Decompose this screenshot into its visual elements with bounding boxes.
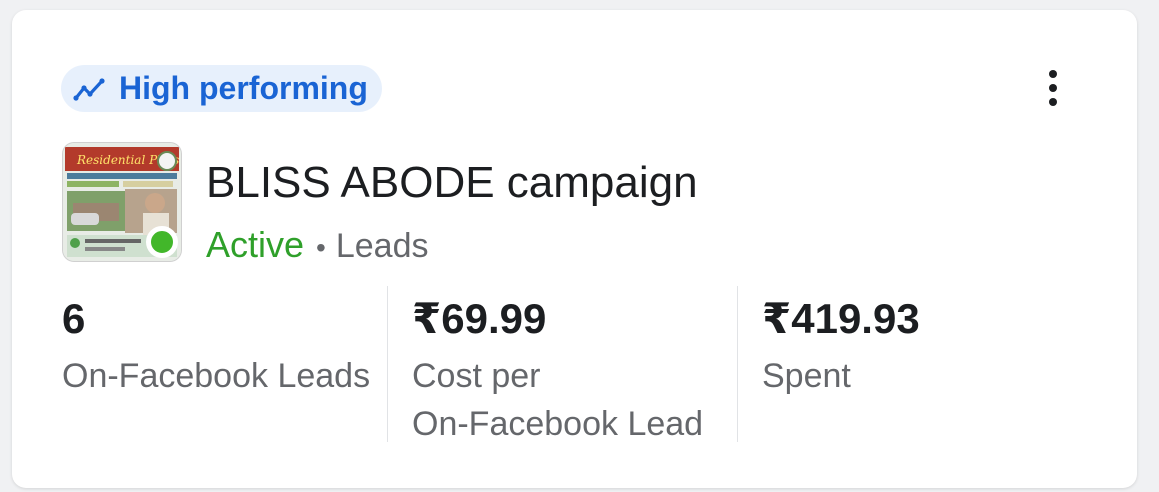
objective-label: Leads bbox=[335, 227, 429, 265]
metric-value: ₹69.99 bbox=[412, 295, 547, 342]
metric-label-line1: Cost per bbox=[412, 357, 541, 395]
active-status-dot bbox=[146, 226, 178, 258]
metric-label: On-Facebook Leads bbox=[62, 357, 371, 395]
metric-label: Cost per On-Facebook Lead bbox=[412, 352, 738, 448]
more-options-button[interactable] bbox=[1031, 66, 1075, 110]
metric-value: ₹419.93 bbox=[762, 295, 920, 342]
metric-divider bbox=[737, 286, 738, 442]
campaign-title[interactable]: BLISS ABODE campaign bbox=[206, 158, 698, 208]
metric-label: Spent bbox=[762, 357, 851, 395]
metric-cost-per-lead: ₹69.99 Cost per On-Facebook Lead bbox=[412, 286, 738, 444]
campaign-card[interactable]: High performing Residential Plots BLISS … bbox=[12, 10, 1137, 488]
more-vertical-icon bbox=[1049, 70, 1057, 106]
badge-label: High performing bbox=[119, 70, 368, 106]
metric-divider bbox=[387, 286, 388, 442]
metric-value: 6 bbox=[62, 295, 86, 342]
metric-label-line2: On-Facebook Lead bbox=[412, 405, 704, 443]
campaign-subtitle: Active • Leads bbox=[206, 224, 429, 266]
metric-spent: ₹419.93 Spent bbox=[762, 286, 1082, 442]
metrics-row: 6 On-Facebook Leads ₹69.99 Cost per On-F… bbox=[12, 286, 1137, 444]
separator-dot: • bbox=[316, 232, 326, 263]
status-label: Active bbox=[206, 224, 305, 265]
metric-leads: 6 On-Facebook Leads bbox=[62, 286, 388, 442]
trending-up-icon bbox=[73, 77, 109, 101]
high-performing-badge: High performing bbox=[61, 65, 382, 112]
